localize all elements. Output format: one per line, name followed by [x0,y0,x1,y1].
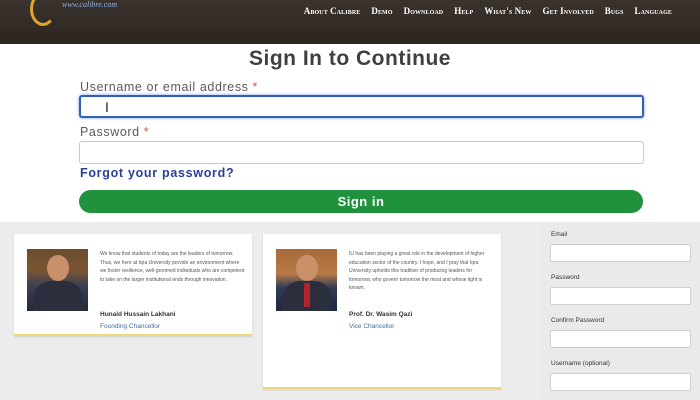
logo-text: www.calibre.com [62,0,118,9]
password-label-text: Password [80,125,140,139]
signin-button[interactable]: Sign in [79,190,643,213]
photo-tie [304,283,310,307]
forgot-password-link[interactable]: Forgot your password? [80,166,234,180]
person-role: Vice Chancellor [349,323,395,330]
register-confirm-label: Confirm Password [551,317,605,324]
register-email-label: Email [551,231,568,238]
top-header: www.calibre.com About Calibre Demo Downl… [0,0,700,44]
register-password-label: Password [551,274,580,281]
required-mark: * [143,125,150,139]
password-label: Password * [80,125,149,139]
page: www.calibre.com About Calibre Demo Downl… [0,0,700,400]
signin-form: Sign In to Continue Username or email ad… [0,44,700,222]
register-username-label: Username (optional) [551,360,610,367]
nav-about-calibre[interactable]: About Calibre [304,6,361,16]
testimonial-quote: We know that students of today are the l… [100,251,245,283]
nav-get-involved[interactable]: Get Involved [542,6,593,16]
photo-suit [33,281,83,311]
person-role: Founding Chancellor [100,323,160,330]
nav-help[interactable]: Help [454,6,473,16]
username-label-text: Username or email address [80,80,249,94]
register-username-input[interactable] [550,373,691,391]
register-password-input[interactable] [550,287,691,305]
person-name: Prof. Dr. Wasim Qazi [349,311,413,318]
nav-download[interactable]: Download [404,6,444,16]
main-nav: About Calibre Demo Download Help What's … [304,6,672,16]
required-mark: * [252,80,259,94]
password-input[interactable] [79,141,644,164]
testimonials-section: We know that students of today are the l… [0,222,541,400]
nav-demo[interactable]: Demo [371,6,392,16]
username-input[interactable] [79,95,644,118]
photo-face [47,255,69,281]
username-label: Username or email address * [80,80,258,94]
person-photo [27,249,88,311]
nav-language[interactable]: Language [635,6,672,16]
signin-title: Sign In to Continue [249,47,451,70]
calibre-logo-icon[interactable] [30,0,56,26]
testimonial-card: IU has been playing a great role in the … [263,234,501,389]
register-form: Email Password Confirm Password Username… [541,222,700,400]
nav-bugs[interactable]: Bugs [605,6,624,16]
testimonial-quote: IU has been playing a great role in the … [349,251,485,292]
register-confirm-input[interactable] [550,330,691,348]
photo-face [296,255,318,281]
person-photo [276,249,337,311]
nav-whats-new[interactable]: What's New [484,6,531,16]
person-name: Hunaid Hussain Lakhani [100,311,176,318]
register-email-input[interactable] [550,244,691,262]
testimonial-card: We know that students of today are the l… [14,234,252,336]
